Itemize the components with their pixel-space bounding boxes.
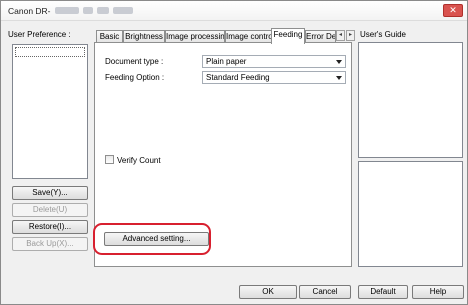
redacted-title-part xyxy=(83,7,93,14)
title-bar[interactable]: Canon DR- ✕ xyxy=(1,1,467,21)
document-type-select[interactable]: Plain paper xyxy=(202,55,346,68)
close-icon: ✕ xyxy=(449,5,457,15)
redacted-title-part xyxy=(55,7,79,14)
default-button[interactable]: Default xyxy=(358,285,408,299)
cancel-button[interactable]: Cancel xyxy=(299,285,351,299)
user-preference-list[interactable] xyxy=(12,44,88,179)
verify-count-label[interactable]: Verify Count xyxy=(117,156,161,165)
close-button[interactable]: ✕ xyxy=(443,4,463,17)
driver-settings-window: Canon DR- ✕ User Preference : Save(Y)...… xyxy=(0,0,468,305)
verify-count-checkbox[interactable] xyxy=(105,155,114,164)
tab-feeding[interactable]: Feeding xyxy=(271,28,305,44)
callout-highlight xyxy=(93,223,211,255)
chevron-down-icon xyxy=(336,76,342,80)
feeding-option-value: Standard Feeding xyxy=(206,73,270,82)
settings-tab-strip: Basic Brightness Image processing Image … xyxy=(94,28,355,44)
preview-panel xyxy=(358,161,463,267)
chevron-down-icon xyxy=(336,60,342,64)
window-title: Canon DR- xyxy=(8,6,51,16)
redacted-title-part xyxy=(97,7,109,14)
list-focus-row[interactable] xyxy=(15,47,85,57)
feeding-option-select[interactable]: Standard Feeding xyxy=(202,71,346,84)
save-button[interactable]: Save(Y)... xyxy=(12,186,88,200)
redacted-title-part xyxy=(113,7,133,14)
ok-button[interactable]: OK xyxy=(239,285,297,299)
restore-button[interactable]: Restore(I)... xyxy=(12,220,88,234)
tab-scroll-left-button[interactable]: ◂ xyxy=(336,30,345,41)
chevron-left-icon: ◂ xyxy=(338,32,342,38)
feeding-option-label: Feeding Option : xyxy=(105,73,165,82)
delete-button[interactable]: Delete(U) xyxy=(12,203,88,217)
backup-button[interactable]: Back Up(X)... xyxy=(12,237,88,251)
chevron-right-icon: ▸ xyxy=(348,32,352,38)
tab-scroll-right-button[interactable]: ▸ xyxy=(346,30,355,41)
help-button[interactable]: Help xyxy=(412,285,464,299)
users-guide-label: User's Guide xyxy=(360,30,406,39)
document-type-label: Document type : xyxy=(105,57,164,66)
user-preference-label: User Preference : xyxy=(8,30,71,39)
users-guide-panel xyxy=(358,42,463,158)
document-type-value: Plain paper xyxy=(206,57,247,66)
